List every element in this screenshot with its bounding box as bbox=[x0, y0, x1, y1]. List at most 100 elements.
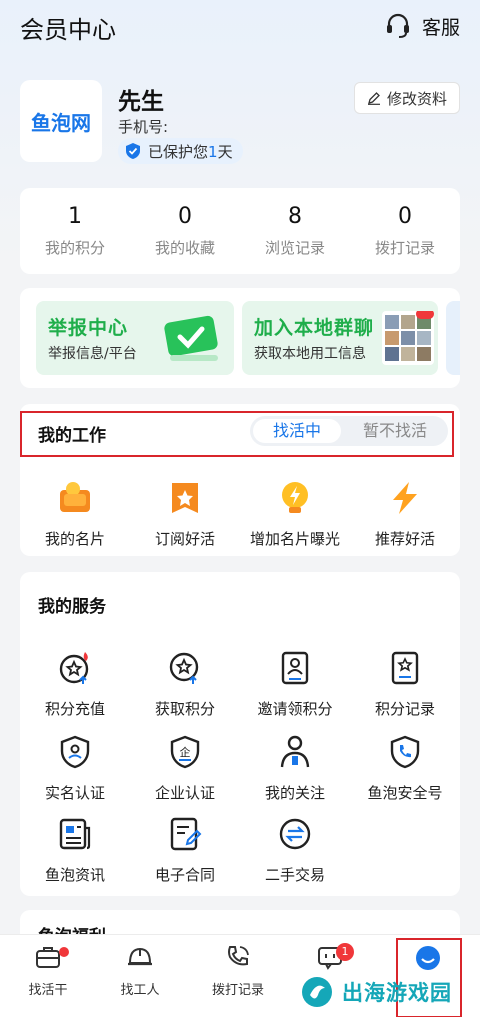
safe-number-button[interactable]: 鱼泡安全号 bbox=[350, 734, 460, 803]
grid-label: 鱼泡资讯 bbox=[44, 866, 105, 884]
page-title: 会员中心 bbox=[20, 16, 116, 44]
bookmark-star-icon bbox=[172, 483, 198, 513]
tab-label: 找工人 bbox=[120, 983, 160, 998]
enterprise-shield-icon: 企 bbox=[170, 735, 200, 769]
stat-call-history[interactable]: 0 拨打记录 bbox=[350, 188, 460, 274]
points-record-button[interactable]: 积分记录 bbox=[350, 650, 460, 719]
user-name: 先生 bbox=[118, 89, 164, 115]
stat-points[interactable]: 1 我的积分 bbox=[20, 188, 130, 274]
increase-exposure-button[interactable]: 增加名片曝光 bbox=[240, 480, 350, 549]
points-recharge-button[interactable]: 积分充值 bbox=[20, 650, 130, 719]
subscribe-jobs-button[interactable]: 订阅好活 bbox=[130, 480, 240, 549]
pencil-icon bbox=[367, 92, 380, 105]
grid-label: 鱼泡安全号 bbox=[367, 784, 443, 802]
e-contract-button[interactable]: 电子合同 bbox=[130, 816, 240, 885]
grid-label: 订阅好活 bbox=[154, 530, 215, 548]
points-get-icon bbox=[169, 652, 199, 684]
banner-subtitle: 获取本地用工信息 bbox=[254, 346, 366, 362]
avatar[interactable]: 鱼泡网 bbox=[20, 80, 102, 162]
tab-label: 拨打记录 bbox=[211, 983, 264, 998]
next-banner-peek[interactable] bbox=[446, 301, 460, 375]
banner-title: 举报中心 bbox=[48, 317, 129, 339]
customer-service-label: 客服 bbox=[421, 16, 460, 39]
grid-label: 积分记录 bbox=[374, 700, 435, 718]
grid-label: 实名认证 bbox=[44, 784, 105, 802]
banner-carousel: 举报中心 举报信息/平台 加入本地群聊 获取本地用工信息 bbox=[20, 288, 460, 388]
my-follow-button[interactable]: 我的关注 bbox=[240, 734, 350, 803]
safe-phone-icon bbox=[390, 735, 420, 769]
watermark: 出海游戏园 bbox=[300, 970, 480, 1014]
news-icon bbox=[59, 818, 91, 850]
edit-profile-button[interactable]: 修改资料 bbox=[353, 82, 460, 114]
watermark-logo-icon bbox=[302, 977, 332, 1007]
grid-label: 我的名片 bbox=[44, 530, 105, 548]
grid-label: 邀请领积分 bbox=[257, 700, 333, 718]
message-count-badge: 1 bbox=[336, 943, 354, 961]
grid-label: 推荐好活 bbox=[374, 530, 435, 548]
tab-call-history[interactable]: 拨打记录 bbox=[190, 943, 286, 998]
points-record-icon bbox=[391, 651, 419, 685]
grid-label: 获取积分 bbox=[154, 700, 215, 718]
watermark-text: 出海游戏园 bbox=[342, 981, 452, 1005]
invite-icon bbox=[281, 651, 309, 685]
get-points-button[interactable]: 获取积分 bbox=[130, 650, 240, 719]
grid-label: 我的关注 bbox=[264, 784, 325, 802]
stat-favorites[interactable]: 0 我的收藏 bbox=[130, 188, 240, 274]
enterprise-verify-button[interactable]: 企 企业认证 bbox=[130, 734, 240, 803]
second-hand-button[interactable]: 二手交易 bbox=[240, 816, 350, 885]
grid-label: 二手交易 bbox=[264, 866, 325, 884]
exchange-icon bbox=[279, 818, 311, 850]
profile-section: 鱼泡网 先生 手机号: 已保护您1天 修改资料 bbox=[20, 78, 460, 170]
grid-label: 企业认证 bbox=[154, 784, 215, 802]
tab-label: 找活干 bbox=[28, 983, 68, 998]
protect-suffix: 天 bbox=[217, 142, 233, 161]
lightning-bulb-icon bbox=[282, 482, 308, 513]
stat-label: 拨打记录 bbox=[374, 239, 435, 257]
banner-subtitle: 举报信息/平台 bbox=[48, 346, 137, 362]
my-services-title: 我的服务 bbox=[38, 597, 106, 617]
grid-label: 增加名片曝光 bbox=[249, 530, 340, 548]
avatar-logo-text: 鱼泡网 bbox=[31, 110, 91, 135]
tab-find-work[interactable]: 找活干 bbox=[0, 943, 96, 998]
stat-value: 0 bbox=[178, 204, 192, 229]
protect-prefix: 已保护您 bbox=[148, 142, 209, 161]
news-button[interactable]: 鱼泡资讯 bbox=[20, 816, 130, 885]
stat-value: 8 bbox=[288, 204, 302, 229]
report-center-banner[interactable]: 举报中心 举报信息/平台 bbox=[36, 301, 234, 375]
top-bar: 会员中心 客服 bbox=[0, 0, 480, 56]
card-icon bbox=[60, 482, 90, 512]
follow-user-icon bbox=[280, 735, 310, 768]
protect-days: 1 bbox=[208, 142, 218, 161]
my-card-button[interactable]: 我的名片 bbox=[20, 480, 130, 549]
stat-value: 0 bbox=[398, 204, 412, 229]
ticket-check-icon bbox=[164, 315, 218, 361]
local-group-banner[interactable]: 加入本地群聊 获取本地用工信息 bbox=[242, 301, 438, 375]
points-recharge-icon bbox=[59, 652, 89, 684]
banner-title: 加入本地群聊 bbox=[254, 317, 375, 339]
stat-label: 我的积分 bbox=[44, 239, 105, 257]
edit-profile-label: 修改资料 bbox=[386, 89, 447, 108]
customer-service-button[interactable]: 客服 bbox=[384, 12, 460, 40]
highlight-box bbox=[20, 411, 454, 457]
shield-check-icon bbox=[126, 143, 140, 159]
stat-value: 1 bbox=[68, 204, 82, 229]
stat-label: 我的收藏 bbox=[154, 239, 215, 257]
tab-find-workers[interactable]: 找工人 bbox=[92, 943, 188, 998]
group-chat-photos-icon bbox=[382, 311, 434, 365]
recommend-jobs-button[interactable]: 推荐好活 bbox=[350, 480, 460, 549]
protect-badge: 已保护您1天 bbox=[118, 138, 243, 164]
lightning-icon bbox=[393, 482, 417, 514]
stat-label: 浏览记录 bbox=[264, 239, 325, 257]
phone-icon bbox=[228, 946, 249, 966]
svg-text:企: 企 bbox=[180, 745, 191, 759]
headset-icon bbox=[386, 13, 409, 38]
phone-label: 手机号: bbox=[118, 118, 169, 136]
invite-points-button[interactable]: 邀请领积分 bbox=[240, 650, 350, 719]
shield-id-icon bbox=[60, 735, 90, 769]
stat-browse-history[interactable]: 8 浏览记录 bbox=[240, 188, 350, 274]
realname-verify-button[interactable]: 实名认证 bbox=[20, 734, 130, 803]
my-services-card: 我的服务 积分充值 获取积分 邀请领积分 积分记录 实名认证 企 企业认证 我的… bbox=[20, 572, 460, 896]
notification-dot bbox=[59, 947, 69, 957]
grid-label: 电子合同 bbox=[154, 866, 215, 884]
contract-icon bbox=[170, 817, 202, 851]
